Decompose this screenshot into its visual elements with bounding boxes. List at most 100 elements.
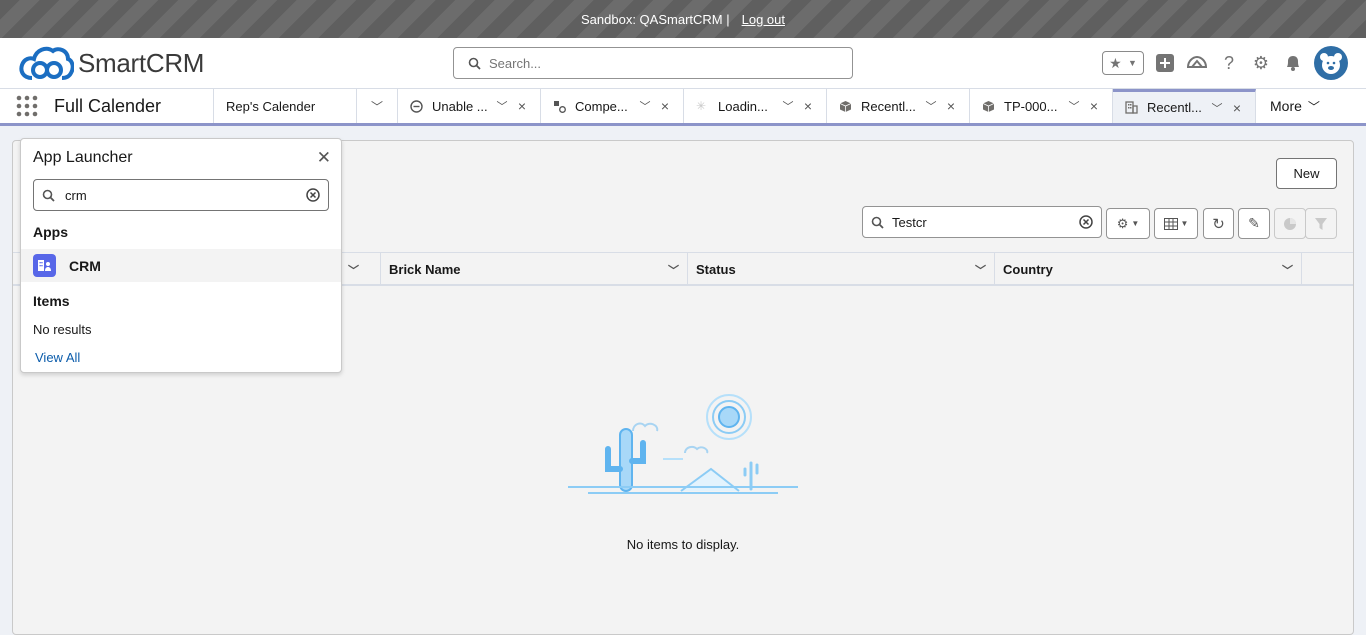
charts-button[interactable] xyxy=(1274,208,1306,239)
chevron-down-icon[interactable]: ﹀ xyxy=(635,98,655,114)
items-heading: Items xyxy=(33,293,70,309)
tab-recently-active[interactable]: Recentl... ﹀ × xyxy=(1113,89,1256,123)
close-tab-icon[interactable]: × xyxy=(1084,98,1104,114)
navigation-bar: Full Calender Rep's Calender ﹀ Unable ..… xyxy=(0,89,1366,126)
sandbox-text: Sandbox: QASmartCRM | xyxy=(581,11,730,27)
building-icon xyxy=(1125,101,1141,114)
close-tab-icon[interactable]: × xyxy=(941,98,961,114)
empty-state-message: No items to display. xyxy=(626,537,740,552)
sandbox-banner: Sandbox: QASmartCRM | Log out xyxy=(0,0,1366,38)
more-tabs-button[interactable]: More ﹀ xyxy=(1256,89,1334,123)
list-search[interactable]: Testcr xyxy=(862,206,1102,238)
gear-icon: ⚙ xyxy=(1252,52,1270,73)
loading-icon: ✳ xyxy=(696,99,707,113)
new-button[interactable]: New xyxy=(1276,158,1337,189)
edit-list-button[interactable]: ✎ xyxy=(1238,208,1270,239)
caret-down-icon: ▼ xyxy=(1127,58,1137,68)
tab-compe[interactable]: Compe... ﹀ × xyxy=(541,89,684,123)
tab-label: Recentl... xyxy=(861,98,916,114)
chevron-down-icon[interactable]: ﹀ xyxy=(492,98,512,114)
chevron-down-icon[interactable]: ﹀ xyxy=(778,98,798,114)
help-button[interactable]: ? xyxy=(1218,52,1240,74)
chevron-down-icon[interactable]: ﹀ xyxy=(921,98,941,114)
launcher-title: App Launcher xyxy=(33,149,133,166)
chevron-down-icon: ﹀ xyxy=(370,99,383,114)
search-icon xyxy=(468,57,481,70)
tab-unable[interactable]: Unable ... ﹀ × xyxy=(398,89,541,123)
more-label: More xyxy=(1270,98,1302,114)
close-tab-icon[interactable]: × xyxy=(655,98,675,114)
global-search[interactable] xyxy=(453,47,853,79)
filter-icon xyxy=(1315,217,1327,230)
global-header: SmartCRM ★ ▼ ? ⚙ xyxy=(0,38,1366,89)
display-as-button[interactable]: ▼ xyxy=(1154,208,1198,239)
tab-label: Rep's Calender xyxy=(226,98,316,114)
logo[interactable]: SmartCRM xyxy=(18,44,204,82)
favorites-button[interactable]: ★ ▼ xyxy=(1102,51,1144,75)
apps-heading: Apps xyxy=(33,224,68,240)
refresh-button[interactable]: ↻ xyxy=(1203,208,1234,239)
cloud-logo-icon xyxy=(19,46,74,80)
close-icon[interactable]: ✕ xyxy=(317,148,331,168)
tab-label: Unable ... xyxy=(432,98,488,114)
tab-reps-calender[interactable]: Rep's Calender xyxy=(214,89,357,123)
search-icon xyxy=(871,216,884,229)
star-icon: ★ xyxy=(1109,54,1122,71)
view-all-link[interactable]: View All xyxy=(35,350,80,365)
desert-illustration xyxy=(568,394,798,494)
list-settings-button[interactable]: ⚙ ▼ xyxy=(1106,208,1150,239)
refresh-icon: ↻ xyxy=(1212,215,1225,233)
chevron-down-icon[interactable]: ﹀ xyxy=(975,262,986,278)
close-tab-icon[interactable]: × xyxy=(798,98,818,114)
brand-name: SmartCRM xyxy=(78,47,205,78)
tab-loading[interactable]: ✳ Loadin... ﹀ × xyxy=(684,89,827,123)
tab-label: Recentl... xyxy=(1147,100,1202,115)
column-label: Country xyxy=(1003,261,1053,277)
column-country[interactable]: Country ﹀ xyxy=(994,253,1301,285)
list-search-value[interactable]: Testcr xyxy=(892,215,1079,230)
search-icon xyxy=(42,189,55,202)
cube-icon xyxy=(982,100,998,113)
column-status[interactable]: Status ﹀ xyxy=(687,253,994,285)
global-create-button[interactable] xyxy=(1154,52,1176,74)
chevron-down-icon[interactable]: ﹀ xyxy=(1064,98,1084,114)
column-actions xyxy=(1301,253,1353,285)
column-label: Status xyxy=(696,261,736,277)
tab-label: Compe... xyxy=(575,98,628,114)
chevron-down-icon: ﹀ xyxy=(348,265,359,277)
waffle-icon xyxy=(16,95,38,117)
logout-link[interactable]: Log out xyxy=(742,12,785,27)
column-brick-name[interactable]: Brick Name ﹀ xyxy=(380,253,687,285)
setup-button[interactable]: ⚙ xyxy=(1250,52,1272,74)
table-icon xyxy=(1163,217,1178,230)
clear-search-icon[interactable] xyxy=(1079,215,1093,229)
tab-tp[interactable]: TP-000... ﹀ × xyxy=(970,89,1113,123)
chevron-down-icon[interactable]: ﹀ xyxy=(1207,100,1227,116)
pie-chart-icon xyxy=(1284,217,1296,230)
tab-recently-1[interactable]: Recentl... ﹀ × xyxy=(827,89,970,123)
nav-dropdown-button[interactable]: ﹀ xyxy=(357,89,398,123)
close-tab-icon[interactable]: × xyxy=(512,98,532,114)
trailhead-button[interactable] xyxy=(1186,52,1208,74)
user-avatar[interactable] xyxy=(1314,46,1348,80)
clear-search-icon[interactable] xyxy=(306,188,320,202)
minus-circle-icon xyxy=(410,99,426,113)
chevron-down-icon[interactable]: ﹀ xyxy=(1282,262,1293,278)
app-item-crm[interactable]: CRM xyxy=(21,249,341,282)
launcher-search-value[interactable]: crm xyxy=(65,188,306,203)
app-item-label: CRM xyxy=(69,257,101,274)
launcher-search[interactable]: crm xyxy=(33,179,329,211)
close-tab-icon[interactable]: × xyxy=(1227,100,1247,116)
app-name: Full Calender xyxy=(40,89,214,123)
caret-down-icon: ▼ xyxy=(1131,219,1140,228)
notifications-button[interactable] xyxy=(1282,52,1304,74)
question-icon: ? xyxy=(1223,52,1234,73)
chevron-down-icon[interactable]: ﹀ xyxy=(668,262,679,278)
column-chevron[interactable]: ﹀ xyxy=(341,253,361,285)
chevron-down-icon: ﹀ xyxy=(1307,99,1320,114)
global-search-input[interactable] xyxy=(489,55,829,71)
filter-button[interactable] xyxy=(1305,208,1337,239)
plus-icon xyxy=(1156,54,1174,72)
column-label: Brick Name xyxy=(389,261,461,277)
crm-app-icon xyxy=(33,254,56,277)
